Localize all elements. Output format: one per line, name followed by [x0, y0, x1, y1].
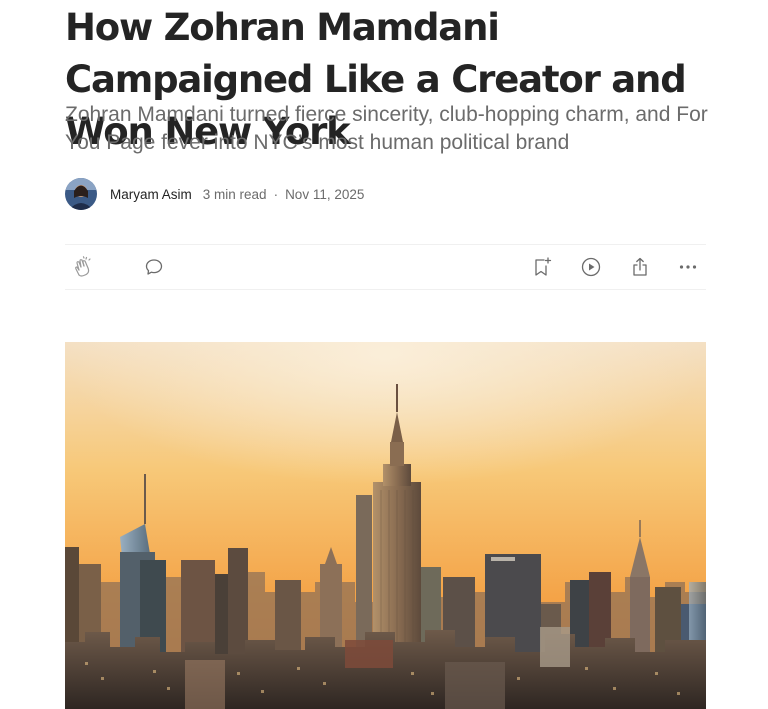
bookmark-add-icon[interactable] [531, 256, 553, 278]
publish-date: Nov 11, 2025 [285, 186, 365, 202]
article-subtitle: Zohran Mamdani turned fierce sincerity, … [65, 103, 708, 154]
play-icon[interactable] [580, 256, 602, 278]
article: How Zohran Mamdani Campaigned Like a Cre… [0, 0, 768, 709]
comment-icon[interactable] [143, 256, 165, 278]
author-avatar[interactable] [65, 178, 97, 210]
read-time: 3 min read [202, 186, 267, 202]
action-bar [65, 244, 706, 290]
hero-image [65, 342, 706, 709]
meta-separator: · [273, 186, 279, 202]
share-icon[interactable] [629, 256, 651, 278]
more-icon[interactable] [677, 256, 699, 278]
author-name[interactable]: Maryam Asim [110, 187, 192, 202]
byline: Maryam Asim 3 min read · Nov 11, 2025 [65, 177, 364, 211]
clap-icon[interactable] [73, 256, 95, 278]
